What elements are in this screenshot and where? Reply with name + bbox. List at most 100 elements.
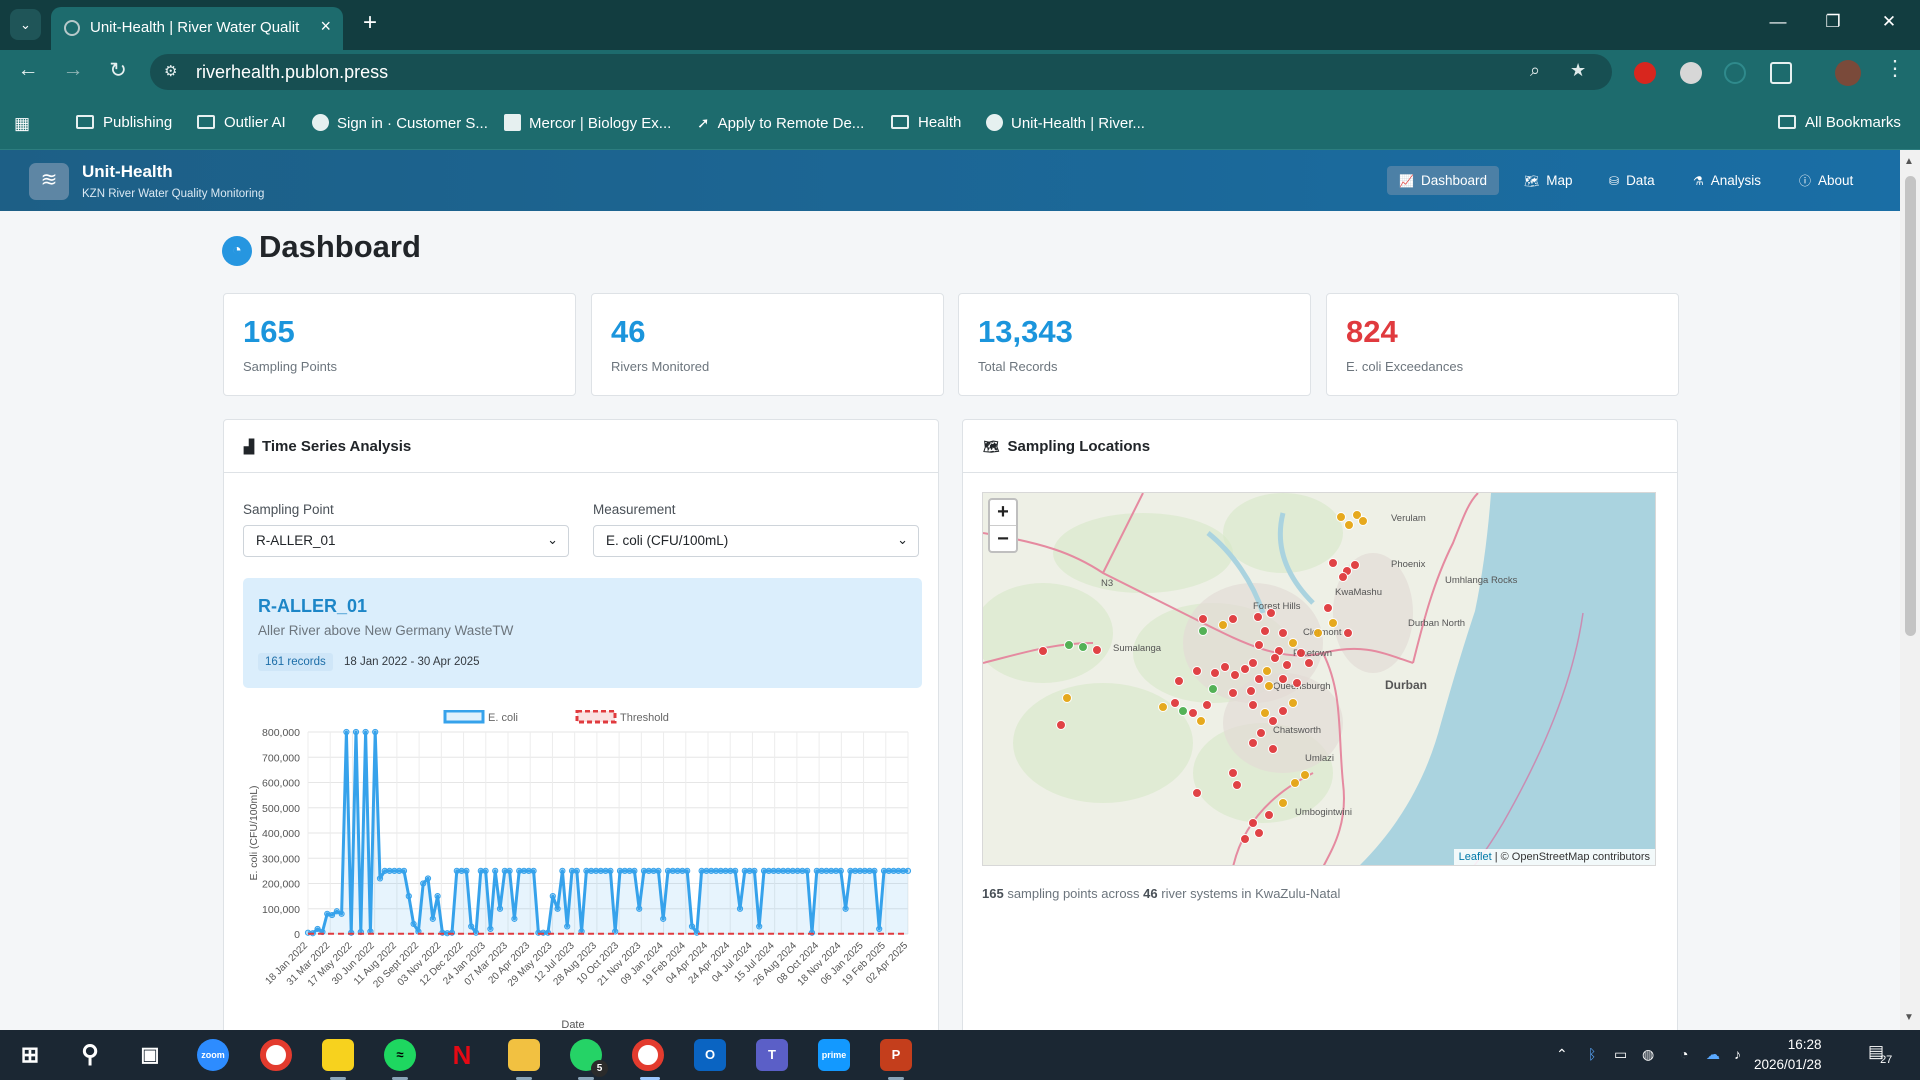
nav-analysis[interactable]: ⚗ Analysis xyxy=(1681,166,1773,195)
scroll-up-icon[interactable]: ▲ xyxy=(1904,156,1914,167)
sampling-point-marker[interactable] xyxy=(1196,716,1206,726)
sampling-point-marker[interactable] xyxy=(1343,628,1353,638)
scroll-down-icon[interactable]: ▼ xyxy=(1904,1012,1914,1023)
legend-swatch-ecoli[interactable] xyxy=(443,710,485,724)
sampling-point-marker[interactable] xyxy=(1228,614,1238,624)
ecoli-point[interactable] xyxy=(463,867,470,874)
ecoli-point[interactable] xyxy=(607,867,614,874)
nav-map[interactable]: 🗺 Map xyxy=(1512,166,1585,195)
bookmark-sign-in[interactable]: Sign in · Customer S... xyxy=(312,114,488,132)
zoom-app-icon[interactable]: zoom xyxy=(197,1039,229,1071)
ecoli-point[interactable] xyxy=(688,923,696,930)
ecoli-point[interactable] xyxy=(338,910,345,917)
ecoli-point[interactable] xyxy=(496,905,504,912)
site-info-icon[interactable]: ⚙ xyxy=(164,62,177,80)
sampling-point-marker[interactable] xyxy=(1240,664,1250,674)
ecoli-point[interactable] xyxy=(736,905,744,912)
sampling-point-marker[interactable] xyxy=(1178,706,1188,716)
sampling-point-marker[interactable] xyxy=(1262,666,1272,676)
ecoli-point[interactable] xyxy=(655,867,662,874)
notifications-icon[interactable]: ▤27 xyxy=(1868,1042,1896,1066)
ecoli-point[interactable] xyxy=(434,893,441,900)
sampling-point-marker[interactable] xyxy=(1278,628,1288,638)
browser-tab-active[interactable]: Unit-Health | River Water Qualit × xyxy=(51,7,343,50)
sampling-point-marker[interactable] xyxy=(1290,778,1300,788)
ecoli-point[interactable] xyxy=(837,867,844,874)
outlook-icon[interactable]: O xyxy=(694,1039,726,1071)
sampling-point-marker[interactable] xyxy=(1062,693,1072,703)
teams-icon[interactable]: T xyxy=(756,1039,788,1071)
sampling-point-marker[interactable] xyxy=(1228,768,1238,778)
sampling-point-marker[interactable] xyxy=(1253,612,1263,622)
profile-avatar[interactable] xyxy=(1835,60,1861,86)
ecoli-point[interactable] xyxy=(732,867,739,874)
sampling-point-marker[interactable] xyxy=(1246,686,1256,696)
sampling-point-marker[interactable] xyxy=(1256,728,1266,738)
zoom-search-icon[interactable]: ⌕ xyxy=(1530,60,1540,81)
nav-about[interactable]: ⓘ About xyxy=(1787,166,1865,195)
nav-dashboard[interactable]: 📈 Dashboard xyxy=(1387,166,1499,195)
sampling-point-marker[interactable] xyxy=(1338,572,1348,582)
sampling-point-marker[interactable] xyxy=(1328,558,1338,568)
sampling-point-marker[interactable] xyxy=(1270,653,1280,663)
prime-video-icon[interactable]: prime xyxy=(818,1039,850,1071)
extension-puzzle-icon[interactable] xyxy=(1680,62,1702,84)
bookmark-unit-health[interactable]: Unit-Health | River... xyxy=(986,114,1145,132)
sampling-point-marker[interactable] xyxy=(1278,798,1288,808)
bookmark-publishing[interactable]: Publishing xyxy=(76,114,172,131)
spotify-icon[interactable]: ≈ xyxy=(384,1039,416,1071)
globe-tray-icon[interactable]: ◍ xyxy=(1642,1046,1654,1063)
ecoli-point[interactable] xyxy=(424,875,432,882)
sampling-point-marker[interactable] xyxy=(1313,628,1323,638)
sampling-point-marker[interactable] xyxy=(1078,642,1088,652)
wifi-icon[interactable]: ◔ xyxy=(1680,1046,1688,1062)
sampling-point-marker[interactable] xyxy=(1210,668,1220,678)
ecoli-point[interactable] xyxy=(352,728,360,736)
ecoli-point[interactable] xyxy=(804,867,811,874)
sampling-point-marker[interactable] xyxy=(1056,720,1066,730)
brand-name[interactable]: Unit-Health xyxy=(82,162,173,182)
ecoli-point[interactable] xyxy=(559,867,566,874)
sampling-point-marker[interactable] xyxy=(1344,520,1354,530)
sampling-point-marker[interactable] xyxy=(1300,770,1310,780)
ecoli-point[interactable] xyxy=(482,867,489,874)
ecoli-point[interactable] xyxy=(554,905,561,912)
time-series-chart[interactable]: E. coli Threshold 0 100,000 200,000 300,000 40… xyxy=(243,710,923,1030)
sampling-point-marker[interactable] xyxy=(1192,788,1202,798)
measurement-select[interactable]: E. coli (CFU/100mL) ⌄ xyxy=(593,525,919,557)
ecoli-point[interactable] xyxy=(876,925,883,933)
sampling-point-marker[interactable] xyxy=(1288,638,1298,648)
sampling-point-marker[interactable] xyxy=(1296,648,1306,658)
back-icon[interactable]: ← xyxy=(13,58,43,82)
ecoli-point[interactable] xyxy=(468,923,475,930)
ecoli-point[interactable] xyxy=(573,867,580,874)
search-icon[interactable]: ⚲ xyxy=(74,1039,106,1071)
ecoli-point[interactable] xyxy=(506,867,513,874)
sampling-point-marker[interactable] xyxy=(1248,658,1258,668)
sampling-point-marker[interactable] xyxy=(1230,670,1240,680)
volume-icon[interactable]: ♪ xyxy=(1734,1046,1741,1062)
ecoli-point[interactable] xyxy=(756,923,763,930)
ecoli-point[interactable] xyxy=(904,867,912,874)
legend-label-ecoli[interactable]: E. coli xyxy=(488,712,518,724)
chrome-app-icon[interactable] xyxy=(260,1039,292,1071)
sampling-point-marker[interactable] xyxy=(1198,626,1208,636)
sampling-point-marker[interactable] xyxy=(1248,700,1258,710)
system-clock[interactable]: 16:28 2026/01/28 xyxy=(1754,1035,1822,1075)
bookmark-apply-remote[interactable]: ➚ Apply to Remote De... xyxy=(697,114,864,132)
sampling-point-marker[interactable] xyxy=(1266,608,1276,618)
sticky-notes-icon[interactable] xyxy=(322,1039,354,1071)
sampling-point-marker[interactable] xyxy=(1328,618,1338,628)
reload-icon[interactable]: ↻ xyxy=(103,58,133,83)
ecoli-point[interactable] xyxy=(472,929,480,936)
sampling-point-marker[interactable] xyxy=(1350,560,1360,570)
ecoli-point[interactable] xyxy=(549,893,556,900)
sampling-point-marker[interactable] xyxy=(1268,744,1278,754)
ecoli-point[interactable] xyxy=(343,728,350,736)
sampling-point-marker[interactable] xyxy=(1220,662,1230,672)
sampling-point-marker[interactable] xyxy=(1268,716,1278,726)
ecoli-point[interactable] xyxy=(314,925,321,933)
ecoli-point[interactable] xyxy=(487,925,494,933)
sampling-point-marker[interactable] xyxy=(1228,688,1238,698)
sampling-point-marker[interactable] xyxy=(1240,834,1250,844)
